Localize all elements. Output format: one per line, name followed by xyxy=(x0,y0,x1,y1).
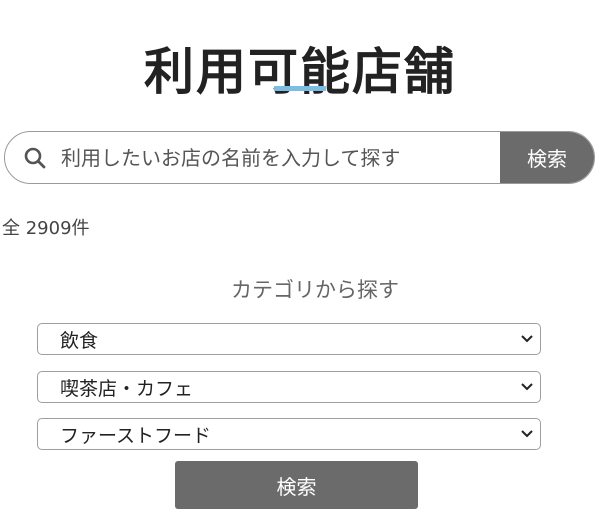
title-underline xyxy=(274,86,326,91)
chevron-down-icon xyxy=(514,335,540,343)
page-title: 利用可能店舗 xyxy=(144,42,456,101)
category-search-button[interactable]: 検索 xyxy=(175,461,418,509)
search-icon xyxy=(5,132,57,183)
chevron-down-icon xyxy=(514,383,540,391)
search-submit-button[interactable]: 検索 xyxy=(500,132,594,183)
category-select-sub-value: 喫茶店・カフェ xyxy=(60,377,194,400)
search-input[interactable] xyxy=(57,132,500,183)
category-select-main[interactable]: 飲食 xyxy=(37,323,541,355)
category-heading: カテゴリから探す xyxy=(231,278,399,302)
category-select-main-value: 飲食 xyxy=(60,329,99,352)
category-select-sub[interactable]: 喫茶店・カフェ xyxy=(37,371,541,403)
category-select-detail[interactable]: ファーストフード xyxy=(37,418,541,450)
chevron-down-icon xyxy=(514,430,540,438)
result-count: 全 2909件 xyxy=(2,218,90,239)
category-select-detail-value: ファーストフード xyxy=(60,424,212,447)
search-bar: 検索 xyxy=(4,131,595,184)
